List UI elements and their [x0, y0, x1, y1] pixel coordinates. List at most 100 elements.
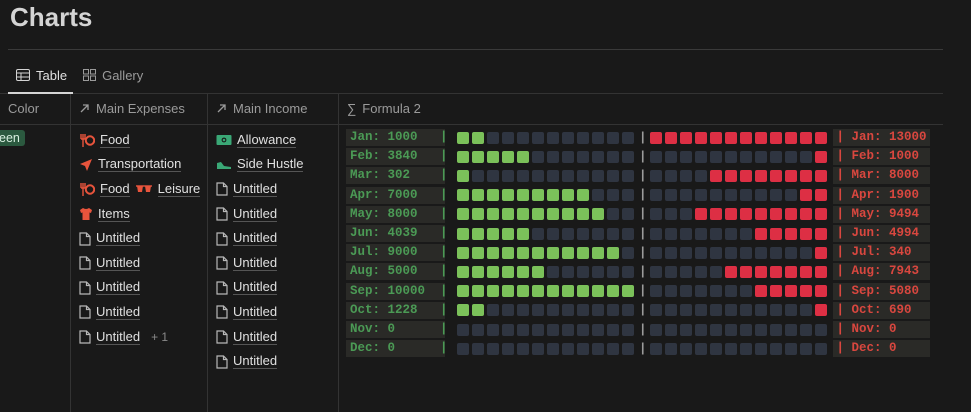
- empty-square: [607, 323, 619, 336]
- expense-square-filled: [799, 189, 812, 202]
- tab-table-label: Table: [36, 67, 68, 83]
- expense-square-filled: [709, 131, 722, 144]
- relation-link[interactable]: Untitled: [79, 255, 141, 271]
- empty-square: [622, 323, 634, 336]
- expense-row: Untitled: [79, 300, 200, 325]
- relation-link[interactable]: Untitled: [79, 328, 141, 345]
- income-square-filled: [607, 285, 619, 298]
- empty-square: [679, 208, 692, 221]
- title-divider: [8, 49, 943, 50]
- empty-square: [694, 227, 707, 240]
- relation-link[interactable]: Untitled: [79, 231, 141, 247]
- relation-link[interactable]: Transportation: [79, 157, 182, 173]
- empty-square: [724, 342, 737, 355]
- empty-square: [649, 150, 662, 163]
- empty-square: [709, 246, 722, 259]
- expense-row: Untitled: [79, 251, 200, 276]
- more-count[interactable]: + 1: [151, 330, 168, 344]
- column-header-formula-2[interactable]: ∑ Formula 2: [347, 94, 421, 122]
- formula-month-row: Jun: 4039 | | | Jun: 4994: [346, 225, 930, 242]
- empty-square: [679, 285, 692, 298]
- empty-square: [532, 342, 544, 355]
- expense-square-filled: [739, 265, 752, 278]
- relation-label: Food: [100, 180, 130, 197]
- page-icon: [216, 182, 228, 197]
- page-icon: [216, 232, 228, 246]
- income-square-filled: [457, 169, 469, 182]
- column-header-main-expenses[interactable]: Main Expenses: [79, 94, 185, 122]
- income-square-filled: [487, 285, 499, 298]
- empty-square: [799, 342, 812, 355]
- relation-link[interactable]: Side Hustle: [216, 153, 304, 178]
- relation-link[interactable]: Untitled: [216, 325, 303, 350]
- empty-square: [739, 150, 752, 163]
- empty-square: [784, 304, 797, 317]
- empty-square: [517, 323, 529, 336]
- empty-square: [562, 342, 574, 355]
- relation-label: Untitled: [233, 254, 278, 271]
- expense-label: | Jan: 13000: [832, 129, 930, 146]
- relation-link[interactable]: Untitled: [216, 177, 303, 202]
- empty-square: [547, 304, 559, 317]
- expense-square-filled: [814, 169, 827, 182]
- income-square-filled: [517, 246, 529, 259]
- relation-link[interactable]: Untitled: [216, 300, 303, 325]
- expense-squares: [649, 323, 830, 336]
- income-square-filled: [457, 227, 469, 240]
- income-square-filled: [457, 150, 469, 163]
- relation-link[interactable]: Untitled: [216, 276, 303, 301]
- relation-link[interactable]: Untitled: [79, 304, 141, 320]
- empty-square: [532, 227, 544, 240]
- relation-link[interactable]: Untitled: [216, 226, 303, 251]
- relation-link[interactable]: Untitled: [216, 349, 303, 374]
- income-square-filled: [457, 304, 469, 317]
- empty-square: [724, 246, 737, 259]
- income-square-filled: [472, 227, 484, 240]
- empty-square: [814, 323, 827, 336]
- relation-link[interactable]: Untitled: [216, 251, 303, 276]
- empty-square: [694, 246, 707, 259]
- empty-square: [754, 246, 767, 259]
- income-square-filled: [457, 131, 469, 144]
- relation-link[interactable]: Food: [79, 180, 130, 197]
- empty-square: [532, 131, 544, 144]
- tab-gallery[interactable]: Gallery: [75, 64, 151, 86]
- relation-label: Untitled: [233, 205, 278, 222]
- empty-square: [577, 265, 589, 278]
- relation-link[interactable]: Leisure: [135, 181, 201, 197]
- income-square-filled: [547, 208, 559, 221]
- relation-link[interactable]: Food: [79, 132, 130, 148]
- expense-square-filled: [709, 169, 722, 182]
- expense-square-filled: [649, 131, 662, 144]
- income-square-filled: [577, 246, 589, 259]
- relation-link[interactable]: Items: [79, 206, 130, 222]
- empty-square: [562, 227, 574, 240]
- expense-label: | Aug: 7943: [832, 263, 930, 281]
- empty-square: [694, 150, 707, 163]
- relation-link[interactable]: Allowance: [216, 128, 303, 153]
- column-header-color[interactable]: Color: [8, 94, 39, 122]
- empty-square: [679, 150, 692, 163]
- income-square-filled: [502, 246, 514, 259]
- income-square-filled: [592, 208, 604, 221]
- expense-squares: [649, 189, 830, 202]
- expense-square-filled: [814, 246, 827, 259]
- column-header-main-income[interactable]: Main Income: [216, 94, 307, 122]
- tab-table[interactable]: Table: [8, 64, 75, 86]
- income-label: Jun: 4039 |: [346, 225, 448, 242]
- expense-squares: [649, 227, 830, 240]
- color-cell[interactable]: een: [0, 129, 70, 147]
- empty-square: [724, 304, 737, 317]
- empty-square: [724, 285, 737, 298]
- empty-square: [649, 323, 662, 336]
- empty-square: [739, 246, 752, 259]
- relation-link[interactable]: Untitled: [216, 202, 303, 227]
- relation-label: Untitled: [96, 328, 141, 345]
- expense-square-filled: [769, 265, 782, 278]
- expense-square-filled: [754, 131, 767, 144]
- expense-squares: [649, 265, 830, 278]
- empty-square: [649, 189, 662, 202]
- empty-square: [649, 285, 662, 298]
- empty-square: [592, 342, 604, 355]
- relation-link[interactable]: Untitled: [79, 280, 141, 296]
